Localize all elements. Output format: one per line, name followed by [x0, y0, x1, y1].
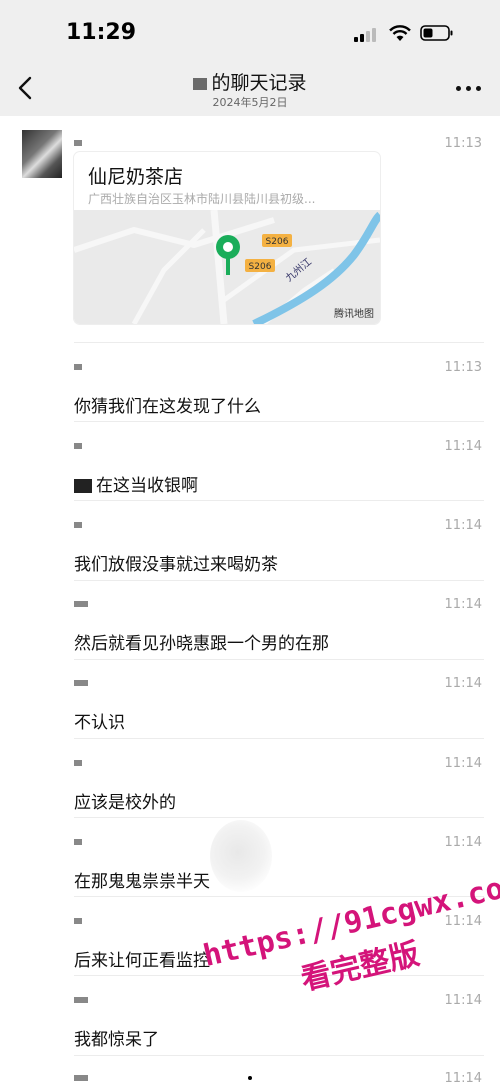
location-name: 仙尼奶茶店: [88, 166, 184, 188]
sender-name-redacted: [74, 522, 82, 528]
sender-name-redacted: [74, 997, 88, 1003]
page-title-text: 的聊天记录: [211, 72, 307, 94]
message-time: 11:13: [444, 360, 482, 375]
status-time: 11:29: [66, 20, 137, 45]
cellular-signal-icon: [354, 26, 382, 42]
nav-bar: 的聊天记录 2024年5月2日: [0, 60, 500, 116]
sender-name-redacted: [74, 601, 88, 607]
message-text[interactable]: 不认识: [74, 708, 125, 733]
location-card[interactable]: 仙尼奶茶店 广西壮族自治区玉林市陆川县陆川县初级... S206 S206 九州…: [74, 152, 380, 324]
divider: [74, 421, 484, 422]
sender-name-redacted: [74, 1075, 88, 1081]
message-time: 11:13: [444, 136, 482, 151]
message-text-content: 在这当收银啊: [96, 476, 198, 496]
divider: [74, 500, 484, 501]
location-address: 广西壮族自治区玉林市陆川县陆川县初级...: [88, 192, 316, 206]
divider: [74, 342, 484, 343]
avatar[interactable]: [22, 130, 62, 178]
message-time: 11:14: [444, 439, 482, 454]
message-text[interactable]: 应该是校外的: [74, 788, 176, 813]
chat-date: 2024年5月2日: [212, 96, 288, 109]
road-label-1: S206: [266, 237, 289, 247]
divider: [74, 580, 484, 581]
message-time: 11:14: [444, 518, 482, 533]
message-text[interactable]: 后来让何正看监控: [74, 946, 210, 971]
sender-name-redacted: [74, 680, 88, 686]
redacted-name: [193, 77, 208, 90]
message-text[interactable]: 你猜我们在这发现了什么: [74, 392, 261, 417]
divider: [74, 1055, 484, 1056]
divider: [74, 659, 484, 660]
redacted-name: [74, 479, 92, 493]
sender-name-redacted: [74, 918, 82, 924]
smudge: [210, 820, 272, 892]
message-time: 11:14: [444, 835, 482, 850]
message-text[interactable]: 我们放假没事就过来喝奶茶: [74, 550, 278, 575]
message-time: 11:14: [444, 756, 482, 771]
message-text[interactable]: 在这当收银啊: [74, 471, 198, 496]
battery-icon: [420, 25, 453, 41]
more-options-icon[interactable]: [456, 78, 482, 98]
message-text[interactable]: 我都惊呆了: [74, 1025, 159, 1050]
sender-name-redacted: [74, 760, 82, 766]
sender-name-redacted: [74, 140, 82, 146]
divider: [74, 738, 484, 739]
message-time: 11:14: [444, 597, 482, 612]
sender-name-redacted: [74, 839, 82, 845]
wifi-icon: [389, 25, 411, 41]
message-text[interactable]: 然后就看见孙晓惠跟一个男的在那: [74, 629, 329, 654]
page-title: 的聊天记录: [0, 68, 500, 95]
sender-name-redacted: [74, 364, 82, 370]
message-text[interactable]: 在那鬼鬼祟祟半天: [74, 867, 210, 892]
message-time: 11:14: [444, 1071, 482, 1086]
road-label-2: S206: [249, 262, 272, 272]
divider: [74, 817, 484, 818]
message-time: 11:14: [444, 676, 482, 691]
message-time: 11:14: [444, 993, 482, 1008]
home-indicator: [248, 1076, 252, 1080]
map-brand: 腾讯地图: [334, 309, 374, 320]
status-bar: 11:29: [0, 0, 500, 60]
sender-name-redacted: [74, 443, 82, 449]
